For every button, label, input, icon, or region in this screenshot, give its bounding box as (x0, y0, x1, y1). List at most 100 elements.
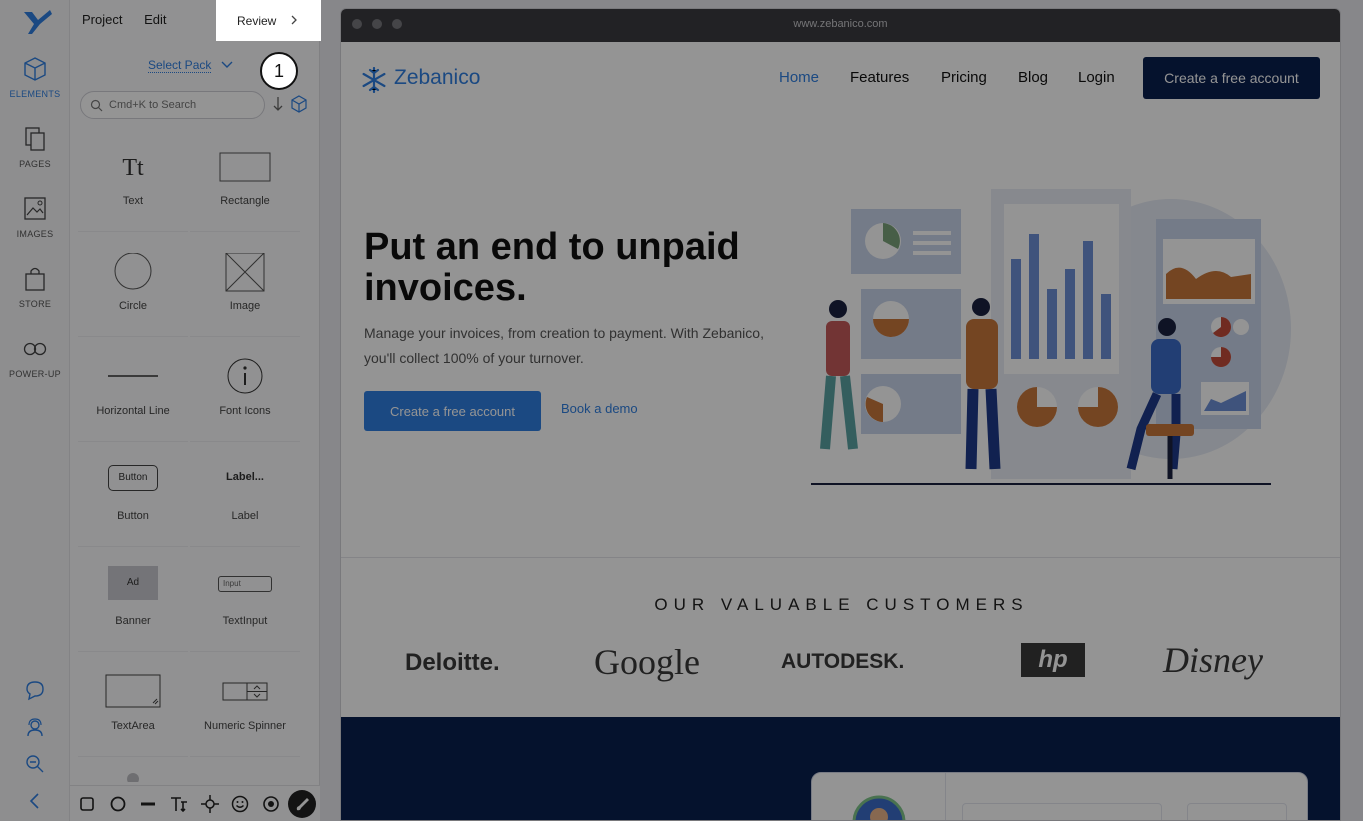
canvas-stage: www.zebanico.com Zebanico Home Features (320, 0, 1363, 821)
sort-down-icon[interactable] (271, 96, 285, 112)
review-label: Review (237, 13, 277, 28)
logo-google: Google (594, 642, 700, 682)
search-icon (90, 99, 103, 112)
rail-item-elements[interactable]: ELEMENTS (0, 55, 70, 99)
nav-pricing[interactable]: Pricing (941, 69, 987, 86)
rail-item-power-up[interactable]: POWER-UP (0, 335, 70, 379)
left-rail: ELEMENTS PAGES IMAGES STORE POWER-UP (0, 0, 70, 821)
element-label: Rectangle (220, 195, 270, 207)
element-slider-partial[interactable] (78, 758, 188, 788)
collapse-left-icon[interactable] (24, 790, 46, 812)
rail-item-pages[interactable]: PAGES (0, 125, 70, 169)
nav-create-account-button[interactable]: Create a free account (1143, 57, 1320, 99)
rail-label: PAGES (19, 159, 51, 169)
element-label: Numeric Spinner (204, 720, 286, 732)
dark-feature-section (341, 717, 1340, 820)
element-font-icons[interactable]: Font Icons (190, 338, 300, 442)
horizontal-line-icon (108, 375, 158, 377)
site-header: Zebanico Home Features Pricing Blog Logi… (341, 42, 1340, 116)
element-numeric-spinner[interactable]: Numeric Spinner (190, 653, 300, 757)
element-label: Image (229, 300, 261, 312)
textinput-preview-icon: Input (218, 576, 272, 592)
nav-features[interactable]: Features (850, 69, 909, 86)
rectangle-icon (219, 152, 271, 182)
logo-hp: hp (1021, 643, 1085, 677)
app-window: ELEMENTS PAGES IMAGES STORE POWER-UP Pro… (0, 0, 1363, 821)
nav-blog[interactable]: Blog (1018, 69, 1048, 86)
user-support-icon[interactable] (24, 716, 46, 738)
select-pack-dropdown[interactable]: Select Pack (148, 58, 212, 73)
section-divider (341, 557, 1340, 558)
dashboard-divider (945, 773, 946, 820)
chat-icon[interactable] (24, 679, 46, 701)
square-tool-icon[interactable] (77, 794, 97, 814)
line-tool-icon[interactable] (138, 794, 158, 814)
book-demo-link[interactable]: Book a demo (561, 401, 638, 416)
rail-item-images[interactable]: IMAGES (0, 195, 70, 239)
text-tool-icon: Tt (103, 148, 163, 188)
banner-preview-icon: Ad (108, 566, 158, 600)
element-rectangle[interactable]: Rectangle (190, 128, 300, 232)
emoji-tool-icon[interactable] (230, 794, 250, 814)
label-preview-icon: Label... (215, 465, 275, 505)
element-label: Label (231, 510, 259, 522)
logo-deloitte: Deloitte. (405, 649, 500, 676)
url-bar: www.zebanico.com (793, 18, 888, 30)
hero-create-account-button[interactable]: Create a free account (364, 391, 541, 431)
zoom-out-icon[interactable] (24, 753, 46, 775)
element-button[interactable]: Button Button (78, 443, 188, 547)
element-label: TextInput (222, 615, 268, 627)
stats-card (962, 803, 1162, 820)
tutorial-step-badge: 1 (260, 52, 298, 90)
paint-brush-icon[interactable] (288, 790, 316, 818)
search-box[interactable] (80, 91, 265, 119)
text-tool-icon[interactable] (169, 794, 189, 814)
logo-disney: Disney (1163, 640, 1263, 680)
element-horizontal-line[interactable]: Horizontal Line (78, 338, 188, 442)
menu-project[interactable]: Project (82, 12, 122, 27)
shopping-bag-icon (25, 267, 45, 291)
nav-home[interactable]: Home (779, 69, 819, 86)
rail-label: POWER-UP (9, 369, 61, 379)
element-text[interactable]: Tt Text (78, 128, 188, 232)
textarea-icon (105, 674, 161, 708)
element-label: Font Icons (219, 405, 271, 417)
element-circle[interactable]: Circle (78, 233, 188, 337)
logo-autodesk: AUTODESK. (781, 650, 905, 673)
elements-panel: Project Edit Select Pack Tt Text Rectang… (70, 0, 320, 821)
chevron-down-icon[interactable] (220, 58, 234, 72)
customer-logos: Deloitte. Google AUTODESK. hp Disney (341, 639, 1340, 682)
element-label: TextArea (111, 720, 155, 732)
element-label: Circle (118, 300, 148, 312)
search-input[interactable] (109, 96, 259, 114)
nav-login[interactable]: Login (1078, 69, 1115, 86)
brand-name: Zebanico (394, 66, 481, 89)
cube-pack-icon[interactable] (290, 95, 308, 113)
customers-heading: OUR VALUABLE CUSTOMERS (654, 595, 1029, 614)
element-label: Button (117, 510, 149, 522)
hero-illustration (811, 189, 1291, 485)
browser-chrome: www.zebanico.com (341, 9, 1340, 42)
app-logo-icon[interactable] (22, 8, 54, 38)
element-image[interactable]: Image (190, 233, 300, 337)
avatar (852, 795, 906, 820)
rail-label: STORE (18, 299, 52, 309)
element-textinput[interactable]: Input TextInput (190, 548, 300, 652)
input-glyph: Input (223, 579, 241, 588)
menu-edit[interactable]: Edit (144, 12, 166, 27)
rail-item-store[interactable]: STORE (0, 265, 70, 309)
move-tool-icon[interactable] (200, 794, 220, 814)
cube-icon (24, 57, 46, 81)
element-label[interactable]: Label... Label (190, 443, 300, 547)
radio-tool-icon[interactable] (261, 794, 281, 814)
shape-toolbar (70, 785, 320, 821)
top-menu: Project Edit (82, 12, 185, 27)
slider-knob-icon (127, 773, 139, 782)
numeric-spinner-icon (222, 682, 268, 701)
element-textarea[interactable]: TextArea (78, 653, 188, 757)
button-preview-icon: Button (108, 465, 158, 491)
circle-tool-icon[interactable] (108, 794, 128, 814)
element-banner[interactable]: Ad Banner (78, 548, 188, 652)
images-icon (24, 197, 46, 220)
review-button[interactable]: Review (216, 0, 321, 41)
